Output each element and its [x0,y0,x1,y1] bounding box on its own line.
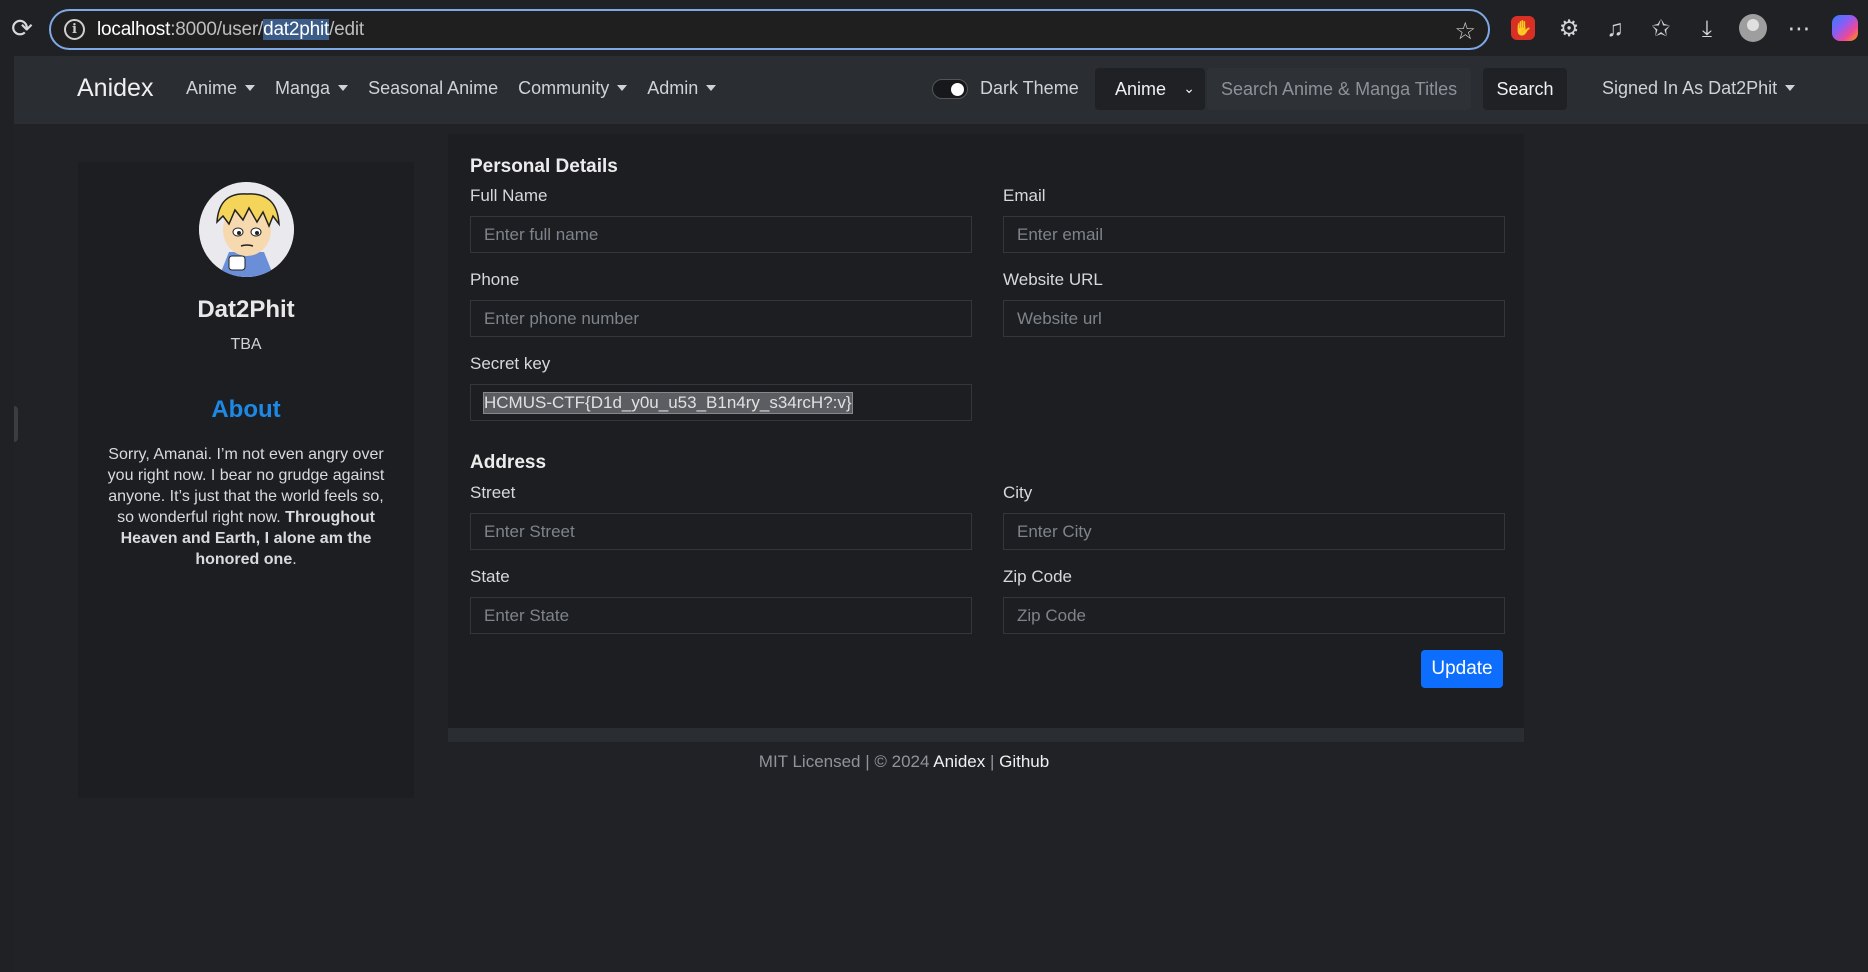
about-title: About [211,396,281,423]
footer-github-link[interactable]: Github [999,752,1049,771]
email-input[interactable]: Enter email [1003,216,1505,253]
phone-input[interactable]: Enter phone number [470,300,972,337]
adblock-icon[interactable]: ✋ [1500,8,1546,48]
toggle-knob [951,82,964,96]
state-input[interactable]: Enter State [470,597,972,634]
dark-theme-label: Dark Theme [980,78,1079,98]
address-bar[interactable]: i localhost:8000/user/dat2phit/edit ☆ [49,9,1490,50]
edit-profile-form: Personal Details Full Name Enter full na… [448,134,1524,742]
info-icon[interactable]: i [64,19,85,40]
website-input[interactable]: Website url [1003,300,1505,337]
nav-seasonal-anime[interactable]: Seasonal Anime [368,78,498,99]
star-icon[interactable]: ☆ [1454,17,1476,46]
footer-anidex-link[interactable]: Anidex [933,752,985,771]
dark-theme-toggle[interactable] [932,78,968,99]
nav-admin[interactable]: Admin [647,78,717,99]
nav-community[interactable]: Community [518,78,628,99]
nav-anime[interactable]: Anime [186,78,256,99]
extensions-icon[interactable]: ⚙ [1546,8,1592,48]
caret-down-icon [338,85,349,91]
zip-input[interactable]: Zip Code [1003,597,1505,634]
search-type-select[interactable]: Anime ⌄ [1095,68,1205,110]
footer-license: MIT Licensed | © 2024 [758,752,930,771]
chevron-down-icon: ⌄ [1183,80,1195,96]
email-label: Email [1003,186,1046,205]
user-menu[interactable]: Signed In As Dat2Phit [1602,78,1796,99]
address-title: Address [470,452,547,473]
street-input[interactable]: Enter Street [470,513,972,550]
city-input[interactable]: Enter City [1003,513,1505,550]
secret-key-label: Secret key [470,354,551,373]
full-name-label: Full Name [470,186,548,205]
playlist-icon[interactable]: ♫ [1592,8,1638,48]
state-label: State [470,567,510,586]
search-button[interactable]: Search [1483,68,1567,110]
caret-down-icon [245,85,256,91]
page: Anidex Anime Manga Seasonal Anime Commun… [14,56,1868,972]
more-icon[interactable]: ⋯ [1776,8,1822,48]
phone-label: Phone [470,270,520,289]
about-text: Sorry, Amanai. I’m not even angry over y… [107,446,385,568]
profile-card: Dat2Phit TBA About Sorry, Amanai. I’m no… [78,162,414,798]
footer: MIT Licensed | © 2024 Anidex | Github [14,752,1794,772]
full-name-input[interactable]: Enter full name [470,216,972,253]
secret-key-input[interactable]: HCMUS-CTF{D1d_y0u_u53_B1n4ry_s34rcH?:v} [470,384,972,421]
website-label: Website URL [1003,270,1103,289]
favorites-icon[interactable]: ✩ [1638,8,1684,48]
search-input[interactable]: Search Anime & Manga Titles [1207,68,1471,110]
caret-down-icon [617,85,628,91]
profile-tagline: TBA [230,336,262,353]
avatar [199,182,294,277]
street-label: Street [470,483,516,502]
caret-down-icon [1785,85,1796,91]
profile-name: Dat2Phit [197,296,295,323]
browser-toolbar: ⟳ i localhost:8000/user/dat2phit/edit ☆ … [0,0,1868,56]
downloads-icon[interactable]: ⤓ [1684,8,1730,48]
personal-details-title: Personal Details [470,156,618,177]
copilot-icon[interactable] [1822,8,1868,48]
url-text[interactable]: localhost:8000/user/dat2phit/edit [97,18,364,41]
scroll-handle[interactable] [14,406,18,442]
zip-label: Zip Code [1003,567,1072,586]
nav-manga[interactable]: Manga [275,78,349,99]
navbar: Anidex Anime Manga Seasonal Anime Commun… [14,56,1868,124]
reload-icon[interactable]: ⟳ [2,8,42,48]
profile-icon[interactable] [1730,8,1776,48]
footer-separator: | [989,752,995,771]
caret-down-icon [706,85,717,91]
brand-link[interactable]: Anidex [77,74,153,103]
update-button[interactable]: Update [1421,650,1503,688]
city-label: City [1003,483,1033,502]
